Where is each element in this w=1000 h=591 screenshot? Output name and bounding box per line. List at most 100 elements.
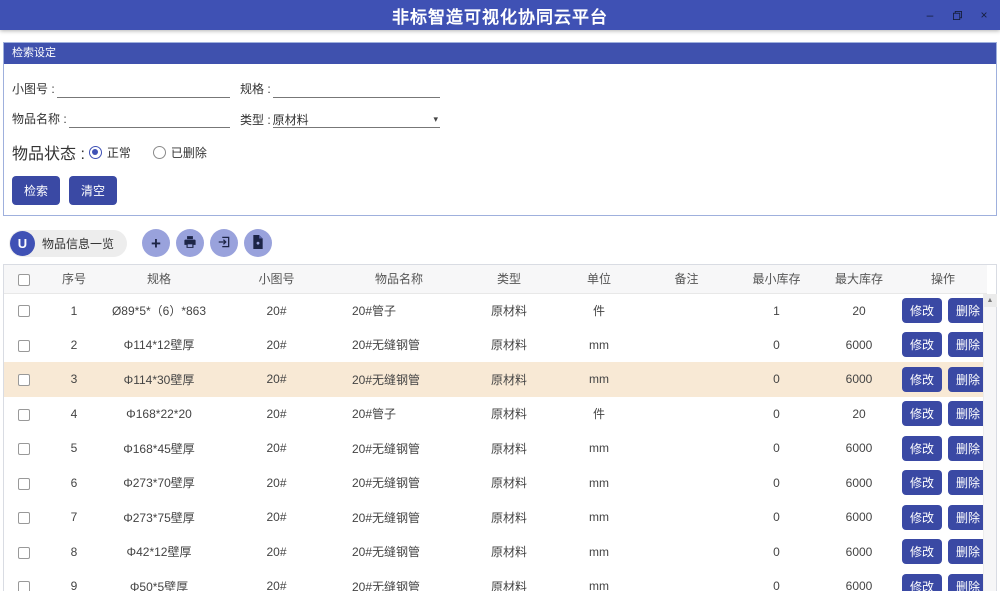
row-checkbox[interactable] [18,443,30,455]
search-buttons-row: 检索 清空 [12,176,988,205]
search-panel-header: 检索设定 [4,43,996,64]
edit-button[interactable]: 修改 [902,436,942,461]
cell-type: 原材料 [459,293,559,328]
vertical-scrollbar[interactable]: ▲ ▼ [983,294,996,591]
delete-button[interactable]: 删除 [948,298,987,323]
table-row[interactable]: 8Φ42*12壁厚20#20#无缝钢管原材料mm06000修改删除 [4,535,987,570]
radio-deleted[interactable] [153,146,166,159]
row-checkbox[interactable] [18,340,30,352]
cell-unit: 件 [559,397,639,432]
row-checkbox[interactable] [18,512,30,524]
delete-button[interactable]: 删除 [948,539,987,564]
table-row[interactable]: 9Φ50*5壁厚20#20#无缝钢管原材料mm06000修改删除 [4,569,987,591]
cell-actions: 修改删除 [899,535,987,570]
delete-button[interactable]: 删除 [948,332,987,357]
cell-drawing-no: 20# [214,569,339,591]
clear-button[interactable]: 清空 [69,176,117,205]
cell-remark [639,362,734,397]
edit-button[interactable]: 修改 [902,574,942,591]
cell-spec: Φ50*5壁厚 [104,569,214,591]
column-header: 最小库存 [734,265,819,293]
cell-remark [639,328,734,363]
cell-seq: 4 [44,397,104,432]
search-panel: 检索设定 小图号 : 规格 : 物品名称 : 类型 : 原材料 ▾ [3,42,997,216]
table-row[interactable]: 4Φ168*22*2020#20#管子原材料件020修改删除 [4,397,987,432]
cell-drawing-no: 20# [214,328,339,363]
spec-input[interactable] [273,81,440,98]
cell-drawing-no: 20# [214,500,339,535]
radio-normal[interactable] [89,146,102,159]
table-row[interactable]: 2Φ114*12壁厚20#20#无缝钢管原材料mm06000修改删除 [4,328,987,363]
type-select[interactable]: 原材料 ▾ [273,111,440,128]
row-checkbox[interactable] [18,409,30,421]
delete-button[interactable]: 删除 [948,505,987,530]
add-button[interactable]: + [142,229,170,257]
plus-icon: + [151,235,161,252]
cell-unit: mm [559,535,639,570]
type-label: 类型 : [240,111,271,128]
edit-button[interactable]: 修改 [902,332,942,357]
cell-type: 原材料 [459,328,559,363]
cell-actions: 修改删除 [899,431,987,466]
table-row[interactable]: 5Φ168*45壁厚20#20#无缝钢管原材料mm06000修改删除 [4,431,987,466]
edit-button[interactable]: 修改 [902,367,942,392]
delete-button[interactable]: 删除 [948,401,987,426]
cell-item-name: 20#管子 [339,293,459,328]
app-title: 非标智造可视化协同云平台 [392,3,608,28]
column-header: 类型 [459,265,559,293]
delete-button[interactable]: 删除 [948,470,987,495]
table-row[interactable]: 1Ø89*5*（6）*86320#20#管子原材料件120修改删除 [4,293,987,328]
cell-min-stock: 0 [734,466,819,501]
cell-item-name: 20#无缝钢管 [339,362,459,397]
column-header: 最大库存 [819,265,899,293]
edit-button[interactable]: 修改 [902,539,942,564]
edit-button[interactable]: 修改 [902,470,942,495]
minimize-icon[interactable]: – [924,9,936,21]
search-button[interactable]: 检索 [12,176,60,205]
edit-button[interactable]: 修改 [902,401,942,426]
cell-spec: Φ168*45壁厚 [104,431,214,466]
spec-field: 规格 : [240,80,440,98]
row-checkbox[interactable] [18,581,30,591]
table-row[interactable]: 3Φ114*30壁厚20#20#无缝钢管原材料mm06000修改删除 [4,362,987,397]
table-row[interactable]: 6Φ273*70壁厚20#20#无缝钢管原材料mm06000修改删除 [4,466,987,501]
close-icon[interactable]: × [978,9,990,21]
spec-label: 规格 : [240,80,271,97]
column-header: 单位 [559,265,639,293]
file-button[interactable] [244,229,272,257]
restore-icon[interactable] [951,11,963,20]
radio-normal-label: 正常 [107,144,131,161]
cell-min-stock: 0 [734,328,819,363]
search-panel-body: 小图号 : 规格 : 物品名称 : 类型 : 原材料 ▾ 物品状态 [4,64,996,215]
cell-unit: mm [559,466,639,501]
cell-remark [639,293,734,328]
item-name-input[interactable] [69,111,230,128]
row-checkbox[interactable] [18,547,30,559]
cell-item-name: 20#无缝钢管 [339,328,459,363]
list-toolbar: U 物品信息一览 + [3,227,997,259]
row-checkbox[interactable] [18,478,30,490]
cell-min-stock: 0 [734,500,819,535]
status-row: 物品状态 : 正常 已删除 [12,140,988,164]
delete-button[interactable]: 删除 [948,574,987,591]
row-checkbox[interactable] [18,305,30,317]
scroll-up-icon[interactable]: ▲ [984,294,997,307]
cell-drawing-no: 20# [214,397,339,432]
table-row[interactable]: 7Φ273*75壁厚20#20#无缝钢管原材料mm06000修改删除 [4,500,987,535]
cell-type: 原材料 [459,569,559,591]
row-checkbox[interactable] [18,374,30,386]
cell-drawing-no: 20# [214,431,339,466]
print-button[interactable] [176,229,204,257]
delete-button[interactable]: 删除 [948,367,987,392]
cell-spec: Ø89*5*（6）*863 [104,293,214,328]
edit-button[interactable]: 修改 [902,505,942,530]
export-icon [217,235,231,252]
drawing-no-input[interactable] [57,81,230,98]
cell-seq: 3 [44,362,104,397]
delete-button[interactable]: 删除 [948,436,987,461]
export-button[interactable] [210,229,238,257]
cell-seq: 8 [44,535,104,570]
select-all-checkbox[interactable] [18,274,30,286]
cell-actions: 修改删除 [899,397,987,432]
edit-button[interactable]: 修改 [902,298,942,323]
